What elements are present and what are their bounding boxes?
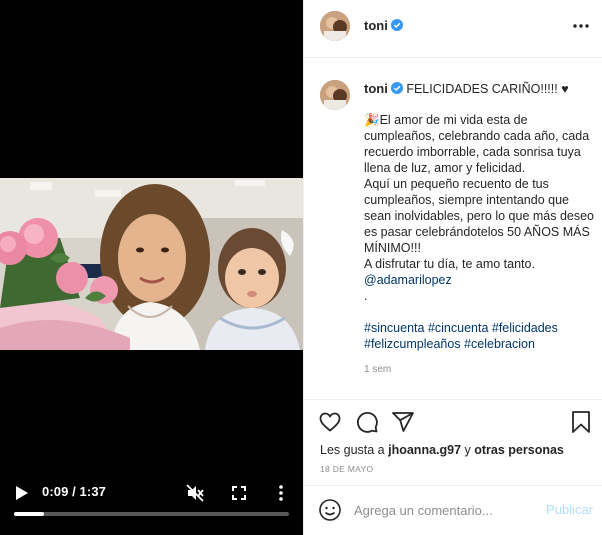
play-icon	[16, 486, 28, 500]
volume-muted-icon	[186, 484, 204, 502]
caption-title: FELICIDADES CARIÑO!!!!! ♥	[406, 82, 569, 96]
video-more-button[interactable]	[271, 482, 291, 504]
more-horizontal-icon	[573, 24, 589, 28]
post-options-button[interactable]	[571, 16, 591, 36]
avatar[interactable]	[320, 11, 350, 41]
hashtags: #sincuenta #cincuenta #felicidades #feli…	[364, 320, 594, 352]
party-emoji: 🎉	[364, 113, 380, 127]
caption-timestamp: 1 sem	[364, 364, 392, 375]
emoji-button[interactable]	[318, 498, 342, 522]
video-player[interactable]: 0:09 / 1:37	[0, 0, 303, 535]
liker-username[interactable]: jhoanna.g97	[388, 443, 461, 457]
smiley-icon	[319, 499, 341, 521]
more-vertical-icon	[279, 485, 283, 501]
heart-icon	[319, 412, 341, 432]
post-date: 18 DE MAYO	[320, 464, 374, 474]
play-button[interactable]	[12, 482, 32, 504]
video-progress-fill	[14, 512, 45, 516]
mention-link[interactable]: @adamarilopez	[364, 273, 452, 287]
bookmark-icon	[572, 411, 590, 433]
paper-plane-icon	[392, 412, 414, 432]
other-likers-link[interactable]: otras personas	[474, 443, 564, 457]
caption-body: El amor de mi vida esta de cumpleaños, c…	[364, 113, 595, 271]
share-button[interactable]	[391, 410, 415, 434]
save-button[interactable]	[569, 410, 593, 434]
video-controls: 0:09 / 1:37	[0, 474, 303, 514]
post-header: toni	[304, 0, 602, 58]
comment-box: Publicar	[304, 485, 602, 535]
fullscreen-button[interactable]	[228, 482, 250, 504]
fullscreen-icon	[232, 486, 246, 500]
video-progress-bar[interactable]	[14, 512, 289, 516]
caption-dot: .	[364, 289, 368, 303]
caption-text: 🎉El amor de mi vida esta de cumpleaños, …	[364, 112, 594, 304]
caption-avatar[interactable]	[320, 80, 350, 110]
video-frame	[0, 178, 303, 350]
likes-summary: Les gusta a jhoanna.g97 y otras personas	[320, 443, 564, 457]
comment-button[interactable]	[355, 410, 379, 434]
caption-username[interactable]: toni	[364, 81, 403, 96]
comment-bubble-icon	[357, 412, 378, 433]
hashtag-line[interactable]: #felizcumpleaños #celebracion	[364, 336, 594, 352]
caption-header: toni FELICIDADES CARIÑO!!!!! ♥	[364, 81, 594, 97]
verified-badge-icon	[390, 82, 403, 94]
publish-button[interactable]: Publicar	[546, 502, 593, 517]
like-button[interactable]	[318, 410, 342, 434]
mute-button[interactable]	[184, 482, 206, 504]
hashtag-line[interactable]: #sincuenta #cincuenta #felicidades	[364, 320, 594, 336]
post-panel: toni toni FELICIDADES CARIÑO!!!!! ♥ 🎉El …	[303, 0, 602, 535]
comment-input[interactable]	[354, 500, 534, 520]
video-time: 0:09 / 1:37	[42, 484, 106, 499]
header-username[interactable]: toni	[364, 18, 403, 33]
verified-badge-icon	[390, 19, 403, 31]
